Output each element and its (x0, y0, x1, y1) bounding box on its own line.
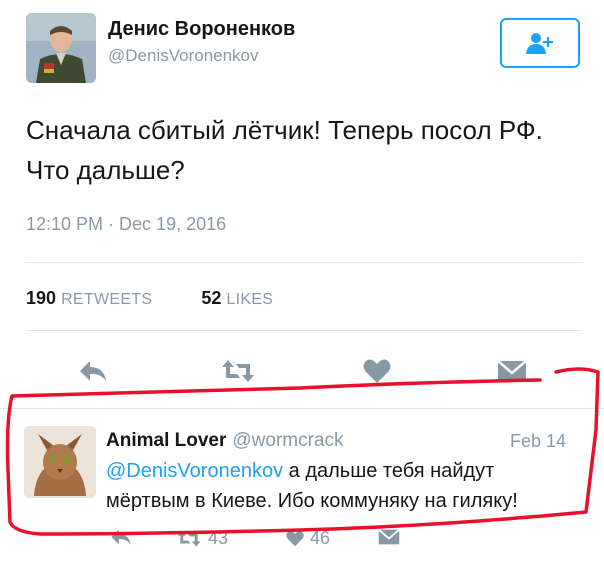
retweet-button[interactable] (220, 356, 256, 386)
reply-display-name: Animal Lover (106, 430, 227, 451)
direct-message-button[interactable] (497, 356, 527, 386)
reply-direct-message-button[interactable] (378, 528, 400, 546)
reply-like-button[interactable]: 46 (286, 528, 330, 549)
reply-icon (80, 361, 106, 381)
reply-handle: @wormcrack (232, 430, 344, 451)
reply-avatar[interactable] (24, 426, 96, 498)
likes-count: 52 (201, 288, 222, 308)
reply-likes-count: 46 (310, 528, 331, 548)
reply-mention-link[interactable]: @DenisVoronenkov (106, 460, 283, 482)
reply-text: @DenisVoronenkov а дальше тебя найдут мё… (106, 456, 576, 516)
reply-reply-button[interactable] (110, 528, 132, 546)
reply-retweets-count: 43 (208, 528, 229, 548)
retweets-stat[interactable]: 190 RETWEETS (26, 288, 157, 308)
tweet-text: Сначала сбитый лётчик! Теперь посол РФ. … (26, 110, 586, 190)
retweet-icon (222, 360, 254, 382)
reply-date[interactable]: Feb 14 (510, 431, 566, 452)
reply-author[interactable]: Animal Lover @wormcrack (106, 430, 344, 452)
tweet-text-line: Что дальше? (26, 155, 185, 185)
follow-button[interactable] (500, 18, 580, 68)
likes-stat[interactable]: 52 LIKES (201, 288, 273, 308)
divider (26, 330, 582, 331)
tweet-timestamp[interactable]: 12:10 PM · Dec 19, 2016 (26, 214, 226, 235)
add-user-icon (526, 33, 553, 54)
reply-text-fragment: а дальше тебя найдут (283, 460, 495, 482)
author-display-name[interactable]: Денис Вороненков (108, 18, 295, 41)
like-button[interactable] (362, 356, 392, 386)
retweets-label: RETWEETS (61, 291, 153, 308)
retweet-icon (177, 530, 201, 547)
author-avatar[interactable] (26, 13, 96, 83)
reply-button[interactable] (78, 356, 108, 386)
reply-text-line: @DenisVoronenkov а дальше тебя найдут (106, 456, 576, 486)
tweet-text-line: Сначала сбитый лётчик! Теперь посол РФ. (26, 115, 543, 145)
likes-label: LIKES (226, 291, 274, 308)
divider (26, 262, 582, 263)
author-handle[interactable]: @DenisVoronenkov (108, 46, 259, 66)
divider (0, 408, 604, 409)
like-icon (286, 531, 304, 547)
direct-message-icon (497, 360, 527, 381)
tweet-stats: 190 RETWEETS 52 LIKES (26, 288, 273, 309)
retweets-count: 190 (26, 288, 57, 308)
direct-message-icon (378, 528, 400, 545)
like-icon (363, 359, 391, 383)
reply-retweet-button[interactable]: 43 (176, 528, 228, 549)
reply-text-line: мёртвым в Киеве. Ибо коммуняку на гиляку… (106, 490, 518, 512)
reply-icon (111, 529, 131, 545)
